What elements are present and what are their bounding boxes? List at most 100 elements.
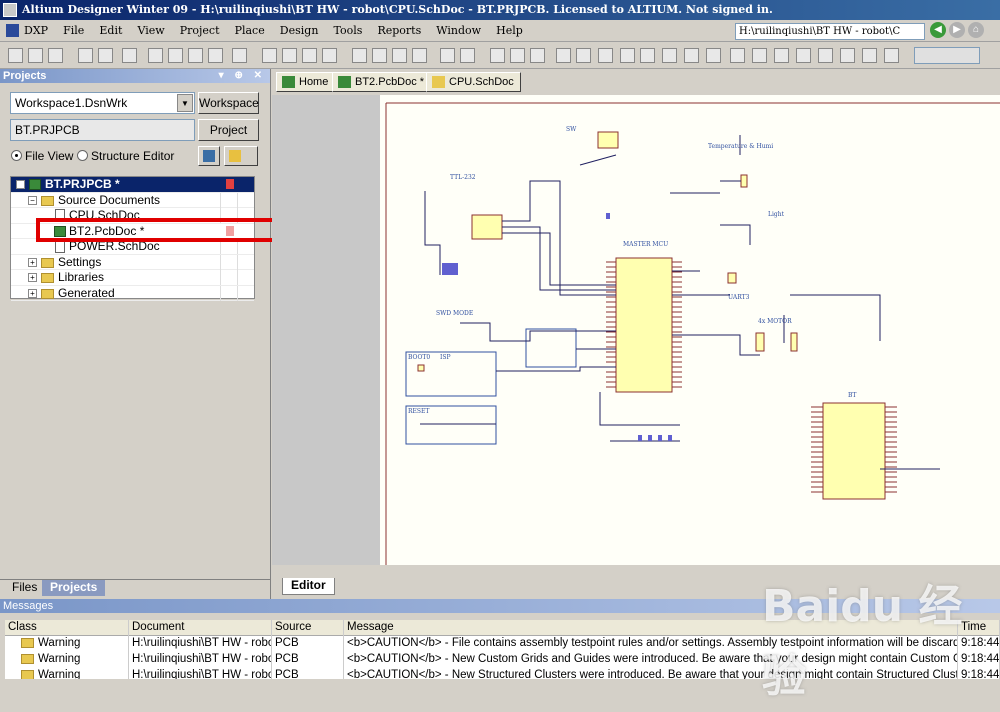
zoom-icon[interactable] bbox=[208, 48, 223, 63]
device-sheet-icon[interactable] bbox=[774, 48, 789, 63]
project-options-button[interactable] bbox=[198, 146, 220, 166]
tab-files[interactable]: Files bbox=[4, 580, 45, 596]
workspace-select[interactable]: Workspace1.DsnWrk ▼ bbox=[10, 92, 195, 114]
folder-menu-button[interactable] bbox=[224, 146, 258, 166]
menu-reports[interactable]: Reports bbox=[371, 20, 427, 42]
tab-bt2-pcbdoc[interactable]: BT2.PcbDoc * bbox=[332, 72, 432, 92]
menu-edit[interactable]: Edit bbox=[93, 20, 128, 42]
table-row[interactable]: Warning H:\ruilinqiushi\BT HW - robo... … bbox=[5, 668, 1000, 679]
net-label-icon[interactable] bbox=[598, 48, 613, 63]
menu-place[interactable]: Place bbox=[229, 20, 271, 42]
toolbar-combo[interactable] bbox=[914, 47, 980, 64]
redo-icon[interactable] bbox=[440, 48, 455, 63]
forward-icon[interactable]: ▶ bbox=[949, 22, 965, 38]
hierarchy-icon[interactable] bbox=[510, 48, 525, 63]
projects-panel-title: Projects bbox=[3, 70, 47, 82]
menu-tools[interactable]: Tools bbox=[327, 20, 368, 42]
menu-window[interactable]: Window bbox=[430, 20, 487, 42]
project-button[interactable]: Project bbox=[198, 119, 259, 141]
browse-icon[interactable] bbox=[490, 48, 505, 63]
save-icon[interactable] bbox=[48, 48, 63, 63]
zoom-select-icon[interactable] bbox=[188, 48, 203, 63]
cut-icon[interactable] bbox=[232, 48, 247, 63]
app-icon bbox=[3, 3, 17, 17]
layers-icon[interactable] bbox=[122, 48, 137, 63]
collapse-icon[interactable]: − bbox=[28, 195, 37, 205]
port-icon[interactable] bbox=[730, 48, 745, 63]
tree-label: Settings bbox=[58, 254, 102, 269]
paste-icon[interactable] bbox=[282, 48, 297, 63]
zoom-fit-icon[interactable] bbox=[148, 48, 163, 63]
project-field[interactable]: BT.PRJPCB bbox=[10, 119, 195, 141]
menu-project[interactable]: Project bbox=[174, 20, 226, 42]
collapse-icon[interactable]: − bbox=[16, 180, 25, 189]
clear-filter-icon[interactable] bbox=[392, 48, 407, 63]
folder-icon bbox=[229, 150, 241, 162]
column-document[interactable]: Document bbox=[129, 620, 272, 636]
copy-icon[interactable] bbox=[262, 48, 277, 63]
tree-cells bbox=[220, 285, 254, 301]
tree-item-settings[interactable]: + Settings bbox=[11, 254, 254, 270]
message-text: <b>CAUTION</b> - New Custom Grids and Gu… bbox=[344, 652, 958, 668]
radio-unselected-icon bbox=[77, 150, 88, 161]
vcc-icon[interactable] bbox=[640, 48, 655, 63]
expand-icon[interactable]: + bbox=[28, 257, 37, 267]
tree-item-generated[interactable]: + Generated bbox=[11, 285, 254, 301]
home-nav-icon[interactable]: ⌂ bbox=[968, 22, 984, 38]
menu-dxp[interactable]: DXP bbox=[0, 20, 54, 42]
select-area-icon[interactable] bbox=[322, 48, 337, 63]
warning-folder-icon bbox=[21, 638, 34, 648]
ground-icon[interactable] bbox=[620, 48, 635, 63]
cross-probe-icon[interactable] bbox=[460, 48, 475, 63]
zoom-area-icon[interactable] bbox=[168, 48, 183, 63]
signal-harness-icon[interactable] bbox=[576, 48, 591, 63]
rubber-stamp-icon[interactable] bbox=[302, 48, 317, 63]
wire-icon[interactable] bbox=[530, 48, 545, 63]
toolbar-extra-icon[interactable] bbox=[884, 48, 899, 63]
move-icon[interactable] bbox=[352, 48, 367, 63]
new-icon[interactable] bbox=[8, 48, 23, 63]
tree-item-libraries[interactable]: + Libraries bbox=[11, 270, 254, 286]
menu-view[interactable]: View bbox=[131, 20, 170, 42]
chevron-down-icon[interactable]: ▼ bbox=[177, 94, 193, 112]
menu-file[interactable]: File bbox=[57, 20, 90, 42]
no-erc-icon[interactable] bbox=[752, 48, 767, 63]
blanket-icon[interactable] bbox=[818, 48, 833, 63]
part-icon[interactable] bbox=[662, 48, 677, 63]
schematic-sheet[interactable]: SW Temperature & Humi TTL-232 Light MAST… bbox=[380, 95, 1000, 565]
back-icon[interactable]: ◀ bbox=[930, 22, 946, 38]
harness-icon[interactable] bbox=[796, 48, 811, 63]
document-path-box[interactable]: H:\ruilinqiushi\BT HW - robot\C bbox=[735, 23, 925, 40]
file-view-radio[interactable]: File View bbox=[11, 149, 73, 163]
tree-item-source-documents[interactable]: − Source Documents bbox=[11, 192, 254, 208]
sheet-symbol-icon[interactable] bbox=[684, 48, 699, 63]
expand-icon[interactable]: + bbox=[28, 288, 37, 298]
sheet-entry-icon[interactable] bbox=[706, 48, 721, 63]
tab-home[interactable]: Home bbox=[276, 72, 336, 92]
tab-editor[interactable]: Editor bbox=[282, 578, 335, 595]
tree-item-project[interactable]: − BT.PRJPCB * bbox=[11, 177, 254, 193]
tab-projects[interactable]: Projects bbox=[42, 580, 106, 596]
paste-array-icon[interactable] bbox=[862, 48, 877, 63]
tab-cpu-schdoc[interactable]: CPU.SchDoc bbox=[426, 72, 521, 92]
structure-editor-radio[interactable]: Structure Editor bbox=[77, 149, 174, 163]
workspace-button[interactable]: Workspace bbox=[198, 92, 259, 114]
expand-icon[interactable]: + bbox=[28, 273, 37, 282]
open-icon[interactable] bbox=[28, 48, 43, 63]
undo-icon[interactable] bbox=[412, 48, 427, 63]
print-icon[interactable] bbox=[78, 48, 93, 63]
menu-design[interactable]: Design bbox=[274, 20, 325, 42]
table-row[interactable]: Warning H:\ruilinqiushi\BT HW - robo... … bbox=[5, 652, 1000, 668]
panel-header-buttons[interactable]: ▾ ⊕ ✕ bbox=[219, 69, 266, 83]
tree-label: Generated bbox=[58, 285, 115, 300]
schematic-editor-area[interactable]: SW Temperature & Humi TTL-232 Light MAST… bbox=[272, 95, 1000, 565]
column-source[interactable]: Source bbox=[272, 620, 344, 636]
print-preview-icon[interactable] bbox=[98, 48, 113, 63]
menu-help[interactable]: Help bbox=[490, 20, 529, 42]
message-document: H:\ruilinqiushi\BT HW - robo... bbox=[129, 652, 272, 668]
bus-icon[interactable] bbox=[556, 48, 571, 63]
left-panel-tabs: Files Projects bbox=[0, 579, 271, 596]
column-class[interactable]: Class bbox=[5, 620, 129, 636]
compile-mask-icon[interactable] bbox=[840, 48, 855, 63]
deselect-icon[interactable] bbox=[372, 48, 387, 63]
